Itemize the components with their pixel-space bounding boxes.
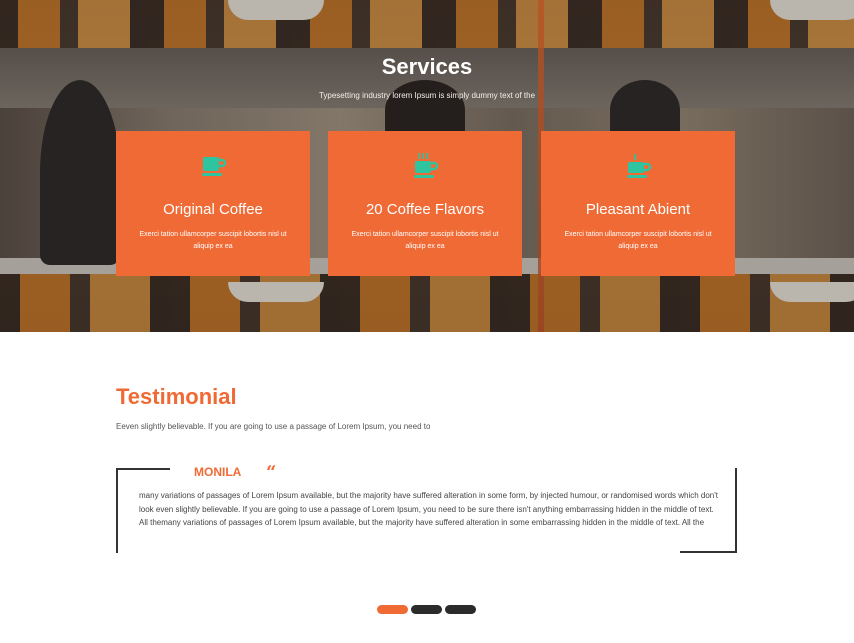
quote-frame-corner: [735, 468, 737, 553]
service-card-title: Original Coffee: [163, 201, 263, 218]
service-card-title: Pleasant Abient: [585, 201, 691, 218]
service-card-text: Exerci tation ullamcorper suscipit lobor…: [564, 231, 712, 250]
quote-frame-corner: [680, 551, 737, 553]
carousel-dot-2[interactable]: [411, 605, 442, 614]
quote-icon: “: [266, 462, 277, 483]
services-section: Services Typesetting industry lorem Ipsu…: [0, 0, 854, 332]
testimonial-text: many variations of passages of Lorem Ips…: [139, 491, 719, 527]
services-subtitle: Typesetting industry lorem Ipsum is simp…: [318, 91, 536, 100]
testimonial-subtitle: Eeven slightly believable. If you are go…: [116, 422, 431, 431]
testimonial-title: Testimonial: [116, 384, 237, 409]
coffee-cup-steam-icon: [627, 153, 652, 178]
hot-coffee-icon: [414, 152, 439, 178]
service-card-text: Exerci tation ullamcorper suscipit lobor…: [351, 231, 499, 250]
service-card-coffee-flavors[interactable]: 20 Coffee Flavors Exerci tation ullamcor…: [328, 131, 522, 276]
service-card-original-coffee[interactable]: Original Coffee Exerci tation ullamcorpe…: [116, 131, 310, 276]
quote-frame-corner: [116, 468, 118, 553]
services-title: Services: [381, 54, 473, 79]
quote-frame-corner: [116, 468, 170, 470]
service-card-title: 20 Coffee Flavors: [365, 201, 485, 218]
carousel-dot-1[interactable]: [377, 605, 408, 614]
carousel-dot-3[interactable]: [445, 605, 476, 614]
coffee-cup-icon: [202, 157, 227, 176]
testimonial-author-name: MONILA: [194, 465, 242, 479]
service-card-pleasant-ambient[interactable]: Pleasant Abient Exerci tation ullamcorpe…: [541, 131, 735, 276]
service-card-text: Exerci tation ullamcorper suscipit lobor…: [139, 231, 287, 250]
